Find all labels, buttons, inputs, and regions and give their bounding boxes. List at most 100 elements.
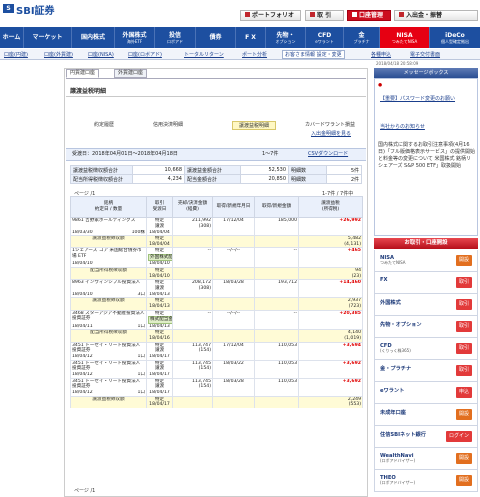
security-name[interactable]: 3451 トーセイ・リート投資法人 投資証券 <box>70 341 147 354</box>
table-cell: 110,053 <box>254 341 299 354</box>
tax-row-kind: 特定 18/04/10 <box>146 267 173 280</box>
subnav-robo[interactable]: 口座(ロボアド) <box>128 51 162 58</box>
col-name: 銘柄 約定日 / 数量 <box>70 196 147 218</box>
table-cell: -- <box>254 309 299 324</box>
order-item[interactable]: eワラント 申込 <box>374 382 478 404</box>
summary-value: 5件 <box>326 165 362 175</box>
order-item-label: FX <box>380 277 388 283</box>
message-notices[interactable]: 当社からのお知らせ <box>380 124 476 131</box>
order-item[interactable]: THEO (ロボアドバイザー) 開設 <box>374 470 478 492</box>
col-tax: 譲渡益税 (所得税) <box>298 196 363 218</box>
nav-market[interactable]: マーケット <box>24 27 72 48</box>
order-item[interactable]: NISA つみたてNISA 開設 <box>374 250 478 272</box>
order-item-button[interactable]: 開設 <box>455 475 472 486</box>
order-item-button[interactable]: ログイン <box>445 431 472 442</box>
deposit-history-link[interactable]: 入出金明細を見る <box>300 130 362 139</box>
gain-value: +26,992 <box>298 217 363 230</box>
order-item[interactable]: 金・プラチナ 取引 <box>374 360 478 382</box>
summary-value: 20,850 <box>240 174 289 184</box>
gain-value: +3,692 <box>298 359 363 373</box>
order-item-button[interactable]: 取引 <box>455 343 472 354</box>
trade-button[interactable]: 取 引 <box>305 10 344 21</box>
order-item[interactable]: 未成年口座 開設 <box>374 404 478 426</box>
order-item-button[interactable]: 開設 <box>455 255 472 266</box>
security-name[interactable]: 1シェアーズ コア 米国総合債券市場 ETF <box>70 247 147 262</box>
table-cell: 18/03/22 <box>212 359 255 373</box>
order-item-button[interactable]: 開設 <box>455 453 472 464</box>
order-item-button[interactable]: 開設 <box>455 409 472 420</box>
summary-label: 明細数 <box>288 174 327 184</box>
security-name[interactable]: 9861 吉野家ホールディングス <box>70 217 147 230</box>
nav-gold[interactable]: 金プラチナ <box>344 27 380 48</box>
order-item-button[interactable]: 取引 <box>455 299 472 310</box>
settle-date: 18/04/17 <box>146 390 173 397</box>
nav-fx[interactable]: F X <box>236 27 266 48</box>
tab-jpy-account[interactable]: 円貨建口座 <box>66 69 100 78</box>
message-important[interactable]: 【重要】パスワード変更のお願い <box>380 96 476 103</box>
nav-futures[interactable]: 先物・ オプション <box>266 27 306 48</box>
security-name[interactable]: 8963 インヴィンシブル投資法人 <box>70 279 147 292</box>
trade-kind: 特定 譲渡 <box>146 279 173 292</box>
table-cell <box>254 267 299 280</box>
nav-foreign-stock[interactable]: 外国株式 海外ETF <box>115 27 155 48</box>
mode-covered-warrant[interactable]: カバードワラント損益 <box>298 121 362 130</box>
nav-bond[interactable]: 債券 <box>196 27 236 48</box>
tab-foreign-account[interactable]: 外貨建口座 <box>114 69 148 78</box>
account-button[interactable]: 口座管理 <box>347 10 391 21</box>
order-item[interactable]: 外国株式 取引 <box>374 294 478 316</box>
order-item-button[interactable]: 申込 <box>455 387 472 398</box>
tax-row-label: 配当所得税徴収額 <box>70 329 147 342</box>
order-item-button[interactable]: 取引 <box>455 321 472 332</box>
subnav-customer-info[interactable]: お客さま情報 設定・変更 <box>282 50 345 59</box>
order-item[interactable]: 先物・オプション 取引 <box>374 316 478 338</box>
table-cell <box>254 235 299 248</box>
sbi-logo-mark[interactable]: S <box>3 4 14 13</box>
subnav-foreign[interactable]: 口座(外貨建) <box>44 51 73 58</box>
security-name[interactable]: 3468 スターアジア不動産投資法人 投資証券 <box>70 309 147 324</box>
table-cell: 17/12/04 <box>212 217 255 230</box>
subnav-applications[interactable]: 各種申込 <box>371 51 391 58</box>
tax-row-label: 譲渡益税徴収額 <box>70 395 147 409</box>
order-item-button[interactable]: 取引 <box>455 277 472 288</box>
nav-domestic-stock[interactable]: 国内株式 <box>72 27 115 48</box>
subnav-total-return[interactable]: トータルリターン <box>184 51 224 58</box>
paging-bottom[interactable]: ページ /1 <box>74 487 95 494</box>
account-subnav: 口座(円建) 口座(外貨建) 口座(NISA) 口座(ロボアド) トータルリター… <box>0 49 480 60</box>
security-name[interactable]: 3451 トーセイ・リート投資法人 投資証券 <box>70 377 147 391</box>
nav-cfd[interactable]: CFD eワラント <box>306 27 344 48</box>
table-cell: -- <box>254 247 299 262</box>
security-name[interactable]: 3451 トーセイ・リート投資法人 投資証券 <box>70 359 147 373</box>
nav-nisa[interactable]: NISA つみたてNISA <box>380 27 430 48</box>
col-amount: 売却/決済金額 (経費) <box>172 196 213 218</box>
order-item[interactable]: 住信SBIネット銀行 ログイン <box>374 426 478 448</box>
tax-row-label: 配当所得税徴収額 <box>70 267 147 280</box>
csv-download-link[interactable]: CSVダウンロード <box>308 149 348 160</box>
deposit-button[interactable]: 入出金・振替 <box>394 10 478 21</box>
nav-ideco[interactable]: iDeCo 個人型確定拠出 <box>430 27 480 48</box>
summary-label: 明細数 <box>288 165 327 175</box>
order-item-button[interactable]: 取引 <box>455 365 472 376</box>
table-cell <box>254 395 299 409</box>
table-cell: 185,000 <box>254 217 299 230</box>
order-item[interactable]: CFD (くりっく株365) 取引 <box>374 338 478 360</box>
order-item[interactable]: FX 取引 <box>374 272 478 294</box>
portfolio-button[interactable]: ポートフォリオ <box>240 10 301 21</box>
nav-home[interactable]: ホーム <box>0 27 24 48</box>
summary-row: 譲渡益税徴収額合計 10,668 譲渡益金額合計 52,530 明細数 5件 <box>70 165 362 175</box>
subnav-jpy[interactable]: 口座(円建) <box>4 51 28 58</box>
brand-name[interactable]: SBI証券 <box>16 2 55 17</box>
order-item[interactable]: WealthNavi (ロボアドバイザー) 開設 <box>374 448 478 470</box>
table-row: 1シェアーズ コア 米国総合債券市場 ETF特定外国株式配当金----/--/-… <box>70 247 363 262</box>
mode-tax-detail[interactable]: 譲渡益税明細 <box>232 121 276 130</box>
subnav-portfolio-analysis[interactable]: ポート分析 <box>242 51 267 58</box>
order-item-label: 外国株式 <box>380 300 401 306</box>
nav-fund[interactable]: 投信 ロボアド <box>155 27 196 48</box>
portfolio-icon <box>245 12 250 17</box>
sale-amount: 211,992 (308) <box>172 217 213 230</box>
table-cell <box>212 235 255 248</box>
subnav-nisa[interactable]: 口座(NISA) <box>88 51 114 58</box>
mode-margin-settlement[interactable]: 信用決済明細 <box>148 121 188 130</box>
mode-execution-history[interactable]: 約定履歴 <box>90 121 118 130</box>
gain-value: +14,460 <box>298 279 363 292</box>
subnav-e-docs[interactable]: 電子交付書面 <box>410 51 440 58</box>
